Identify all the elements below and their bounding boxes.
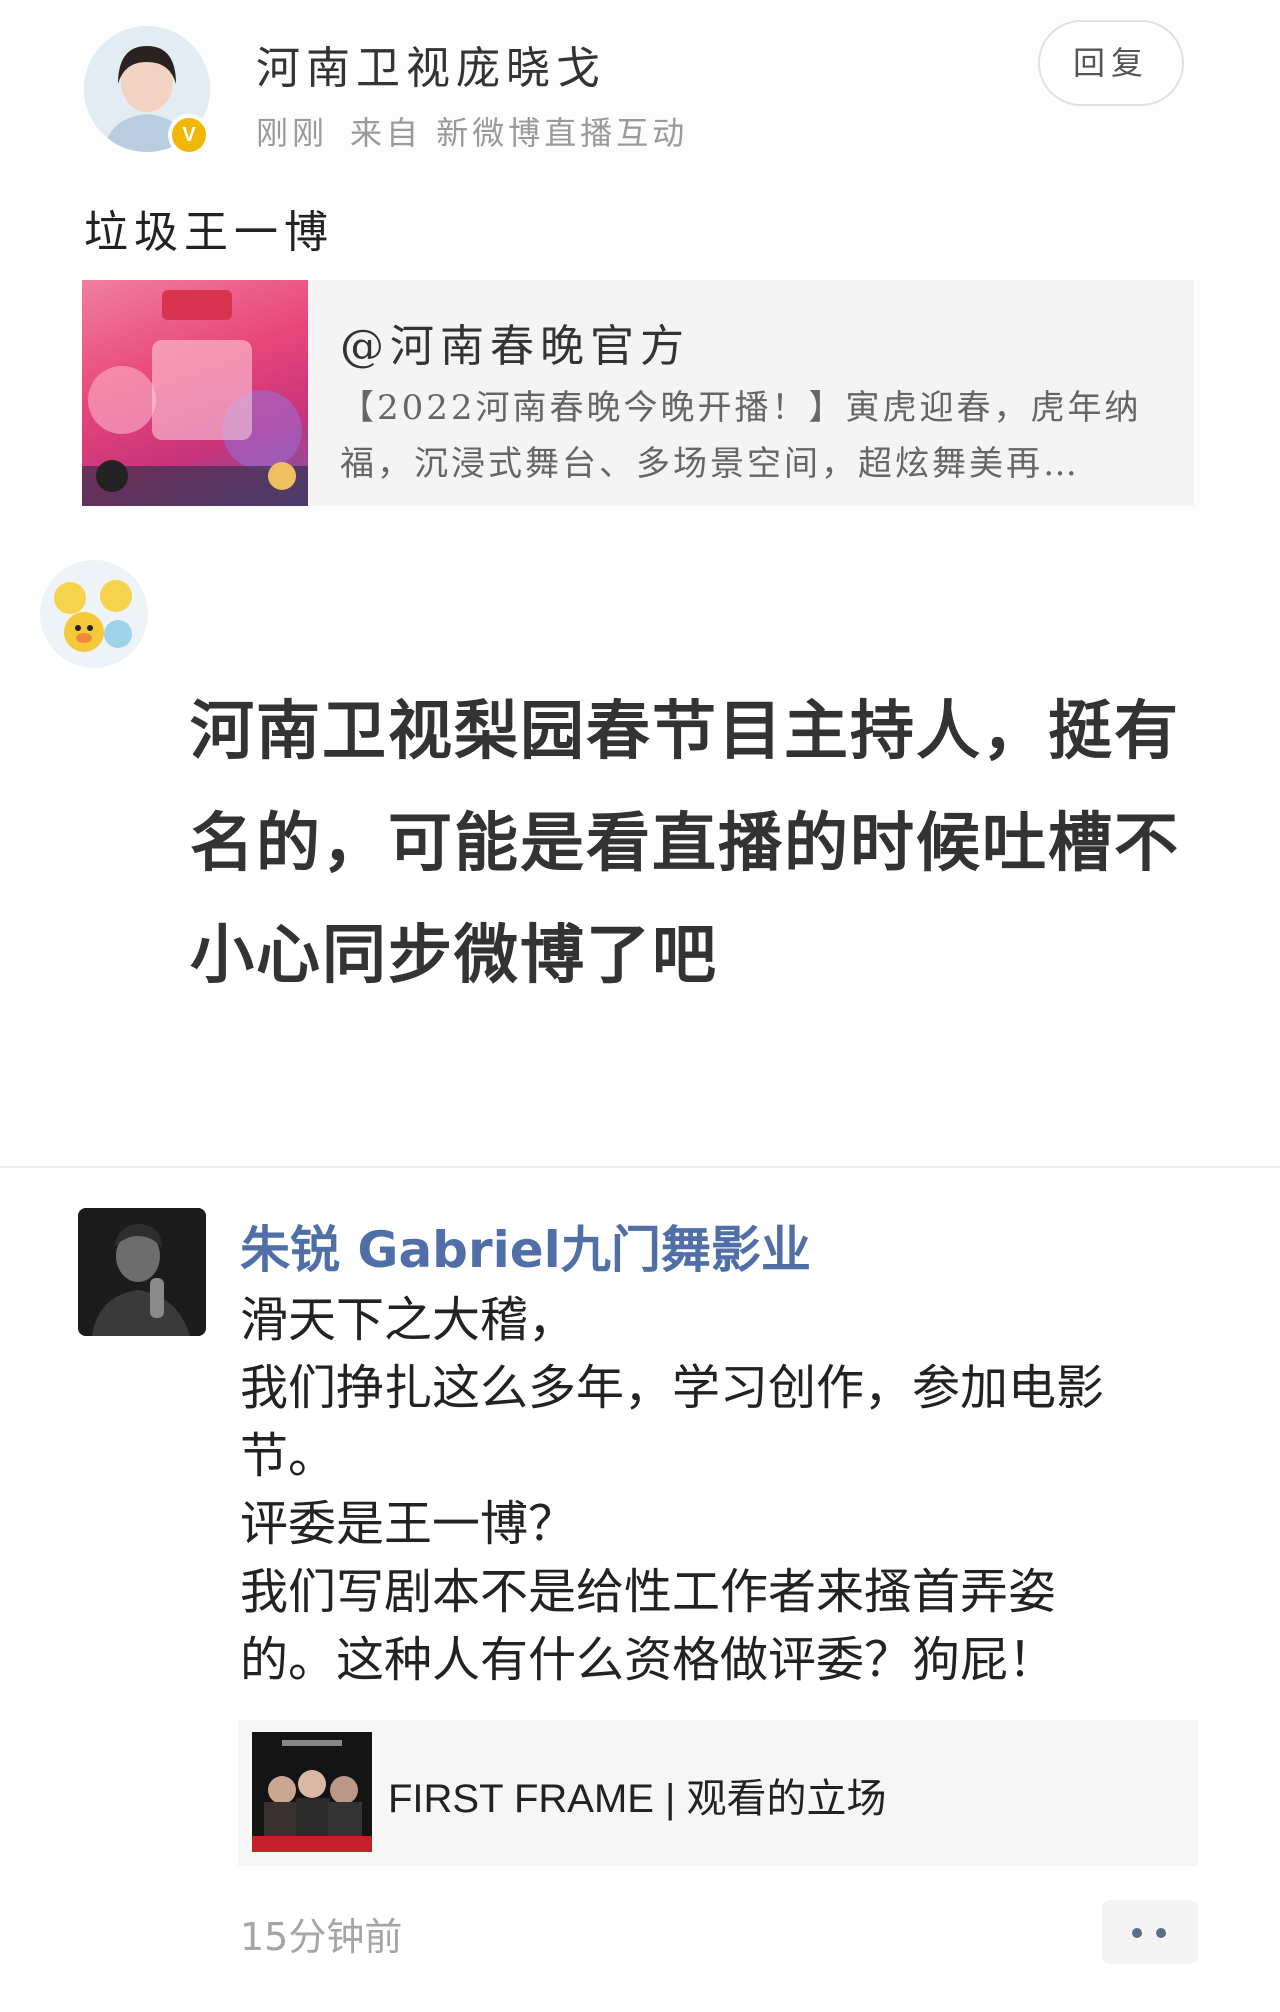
post2-line: 滑天下之大稽， (240, 1292, 577, 1348)
post-meta: 刚刚 来自 新微博直播互动 (256, 108, 710, 154)
link-card[interactable]: FIRST FRAME | 观看的立场 (238, 1720, 1198, 1866)
dot (1132, 1928, 1142, 1938)
gala-poster-icon (82, 290, 308, 506)
post2-line: 的。这种人有什么资格做评委？狗屁！ (240, 1632, 1057, 1688)
card-thumbnail (82, 280, 308, 506)
post2-line: 我们挣扎这么多年，学习创作，参加电影 (240, 1360, 1105, 1416)
author2-avatar[interactable] (78, 1208, 206, 1336)
section-divider (0, 1166, 1280, 1168)
poster-photo-icon (252, 1732, 372, 1852)
dot (1156, 1928, 1166, 1938)
more-dots-icon[interactable] (1102, 1900, 1198, 1964)
duck-avatar-icon (40, 560, 148, 668)
card-description: 【2022河南春晚今晚开播！】寅虎迎春，虎年纳福，沉浸式舞台、多场景空间，超炫舞… (340, 388, 1142, 484)
post-time: 刚刚 (256, 114, 329, 152)
author-name[interactable]: 河南卫视庞晓戈 (256, 32, 606, 96)
post2-line: 我们写剧本不是给性工作者来搔首弄姿 (240, 1564, 1057, 1620)
commenter-avatar[interactable] (40, 560, 148, 668)
post-text: 垃圾王一博 (84, 207, 334, 258)
link-thumbnail (252, 1732, 372, 1852)
verified-badge-icon: V (168, 114, 210, 156)
comment-text: 河南卫视梨园春节目主持人，挺有名的，可能是看直播的时候吐槽不小心同步微博了吧 (190, 695, 1180, 993)
card-title[interactable]: @河南春晚官方 (340, 310, 690, 374)
post2-line: 评委是王一博？ (240, 1496, 577, 1552)
post-source: 来自 新微博直播互动 (350, 114, 689, 152)
author2-name[interactable]: 朱锐 Gabriel九门舞影业 (240, 1210, 811, 1282)
portrait-photo-icon (78, 1208, 206, 1336)
weibo-post: V 河南卫视庞晓戈 刚刚 来自 新微博直播互动 回复 垃圾王一博 @河南春晚官方 … (0, 0, 1280, 530)
post2-body: 滑天下之大稽， 我们挣扎这么多年，学习创作，参加电影 节。 评委是王一博？ 我们… (240, 1286, 1180, 1694)
shared-card[interactable]: @河南春晚官方 【2022河南春晚今晚开播！】寅虎迎春，虎年纳福，沉浸式舞台、多… (82, 280, 1194, 506)
post2-time: 15分钟前 (240, 1915, 403, 1959)
post2-line: 节。 (240, 1428, 337, 1484)
reply-button[interactable]: 回复 (1038, 20, 1184, 106)
link-title[interactable]: FIRST FRAME | 观看的立场 (388, 1766, 887, 1824)
